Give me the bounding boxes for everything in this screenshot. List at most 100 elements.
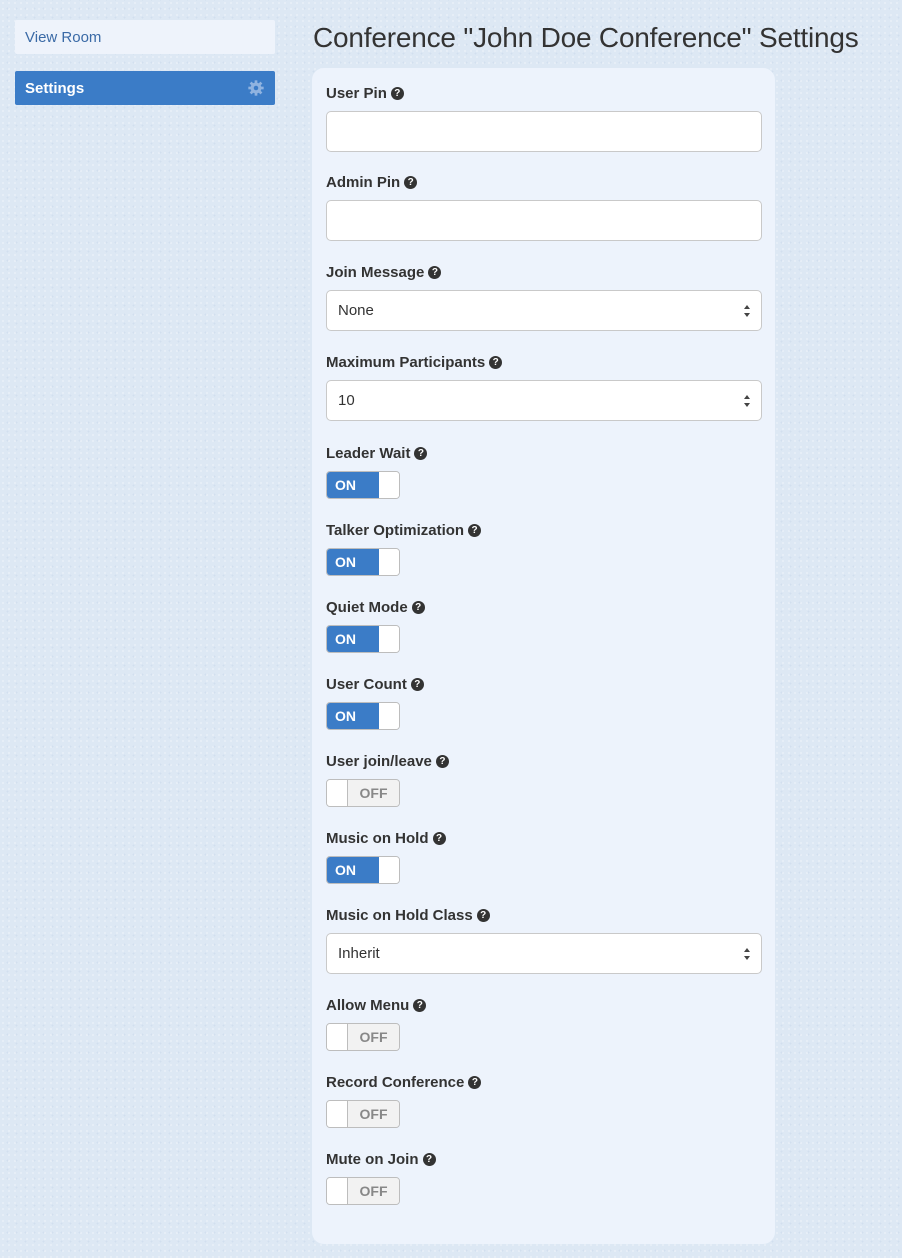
music-on-hold-class-field: Music on Hold Class ? Inherit	[326, 904, 762, 974]
maximum-participants-field: Maximum Participants ? 10	[326, 351, 762, 421]
toggle-knob	[379, 472, 399, 498]
music-on-hold-class-label: Music on Hold Class	[326, 906, 473, 924]
help-icon[interactable]: ?	[411, 600, 425, 614]
help-icon[interactable]: ?	[410, 677, 424, 691]
field-label: Quiet Mode ?	[326, 596, 761, 618]
user-join-leave-field: User join/leave ? OFF	[326, 750, 761, 807]
toggle-knob	[327, 780, 348, 806]
user-pin-field: User Pin ?	[326, 82, 762, 152]
help-icon[interactable]: ?	[413, 998, 427, 1012]
maximum-participants-label: Maximum Participants	[326, 353, 486, 371]
quiet-mode-field: Quiet Mode ? ON	[326, 596, 761, 653]
toggle-knob	[379, 549, 399, 575]
user-join-leave-label: User join/leave	[326, 752, 432, 770]
music-on-hold-class-value: Inherit	[338, 945, 380, 962]
toggle-knob	[327, 1101, 348, 1127]
sidebar-item-settings[interactable]: Settings	[15, 71, 275, 105]
record-conference-field: Record Conference ? OFF	[326, 1071, 761, 1128]
leader-wait-label: Leader Wait	[326, 444, 411, 462]
field-label: Record Conference ?	[326, 1071, 761, 1093]
field-label: Talker Optimization ?	[326, 519, 761, 541]
help-icon[interactable]: ?	[468, 1075, 482, 1089]
user-count-label: User Count	[326, 675, 407, 693]
music-on-hold-label: Music on Hold	[326, 829, 429, 847]
field-label: User Count ?	[326, 673, 761, 695]
help-icon[interactable]: ?	[476, 908, 490, 922]
maximum-participants-select[interactable]: 10	[326, 380, 762, 421]
field-label: Admin Pin ?	[326, 171, 761, 193]
sidebar-item-view-room[interactable]: View Room	[15, 20, 275, 54]
help-icon[interactable]: ?	[422, 1152, 436, 1166]
help-icon[interactable]: ?	[435, 754, 449, 768]
toggle-state: OFF	[348, 1101, 399, 1127]
allow-menu-field: Allow Menu ? OFF	[326, 994, 761, 1051]
sidebar-item-label: Settings	[25, 79, 85, 97]
toggle-knob	[327, 1024, 348, 1050]
mute-on-join-field: Mute on Join ? OFF	[326, 1148, 761, 1205]
field-label: Join Message ?	[326, 261, 761, 283]
allow-menu-label: Allow Menu	[326, 996, 410, 1014]
toggle-knob	[379, 703, 399, 729]
join-message-select[interactable]: None	[326, 290, 762, 331]
talker-optimization-label: Talker Optimization	[326, 521, 465, 539]
mute-on-join-toggle[interactable]: OFF	[326, 1177, 400, 1205]
leader-wait-toggle[interactable]: ON	[326, 471, 400, 499]
music-on-hold-toggle[interactable]: ON	[326, 856, 400, 884]
user-count-toggle[interactable]: ON	[326, 702, 400, 730]
toggle-state: OFF	[348, 780, 399, 806]
record-conference-toggle[interactable]: OFF	[326, 1100, 400, 1128]
settings-panel: User Pin ? Admin Pin ? Join Message ? No…	[312, 68, 775, 1244]
field-label: Maximum Participants ?	[326, 351, 761, 373]
field-label: User Pin ?	[326, 82, 761, 104]
help-icon[interactable]: ?	[404, 175, 418, 189]
toggle-knob	[379, 626, 399, 652]
toggle-state: OFF	[348, 1024, 399, 1050]
music-on-hold-class-select[interactable]: Inherit	[326, 933, 762, 974]
talker-optimization-toggle[interactable]: ON	[326, 548, 400, 576]
allow-menu-toggle[interactable]: OFF	[326, 1023, 400, 1051]
user-pin-input[interactable]	[326, 111, 762, 152]
quiet-mode-label: Quiet Mode	[326, 598, 408, 616]
admin-pin-field: Admin Pin ?	[326, 171, 762, 241]
talker-optimization-field: Talker Optimization ? ON	[326, 519, 761, 576]
toggle-state: ON	[327, 703, 379, 729]
help-icon[interactable]: ?	[414, 446, 428, 460]
toggle-state: ON	[327, 626, 379, 652]
toggle-state: ON	[327, 472, 379, 498]
toggle-state: ON	[327, 857, 379, 883]
help-icon[interactable]: ?	[428, 265, 442, 279]
updown-arrows-icon	[744, 304, 750, 317]
admin-pin-input[interactable]	[326, 200, 762, 241]
page-title: Conference "John Doe Conference" Setting…	[313, 22, 859, 53]
help-icon[interactable]: ?	[468, 523, 482, 537]
updown-arrows-icon	[744, 394, 750, 407]
join-message-label: Join Message	[326, 263, 425, 281]
toggle-state: ON	[327, 549, 379, 575]
record-conference-label: Record Conference	[326, 1073, 465, 1091]
field-label: User join/leave ?	[326, 750, 761, 772]
music-on-hold-field: Music on Hold ? ON	[326, 827, 761, 884]
help-icon[interactable]: ?	[390, 86, 404, 100]
leader-wait-field: Leader Wait ? ON	[326, 442, 761, 499]
toggle-state: OFF	[348, 1178, 399, 1204]
field-label: Mute on Join ?	[326, 1148, 761, 1170]
field-label: Allow Menu ?	[326, 994, 761, 1016]
user-pin-label: User Pin	[326, 84, 387, 102]
join-message-field: Join Message ? None	[326, 261, 762, 331]
help-icon[interactable]: ?	[432, 831, 446, 845]
join-message-value: None	[338, 302, 374, 319]
mute-on-join-label: Mute on Join	[326, 1150, 419, 1168]
field-label: Music on Hold Class ?	[326, 904, 761, 926]
sidebar: View Room Settings	[15, 20, 275, 122]
quiet-mode-toggle[interactable]: ON	[326, 625, 400, 653]
gear-icon	[248, 80, 264, 96]
updown-arrows-icon	[744, 947, 750, 960]
toggle-knob	[379, 857, 399, 883]
sidebar-item-label: View Room	[25, 28, 102, 46]
field-label: Music on Hold ?	[326, 827, 761, 849]
user-join-leave-toggle[interactable]: OFF	[326, 779, 400, 807]
admin-pin-label: Admin Pin	[326, 173, 401, 191]
maximum-participants-value: 10	[338, 392, 355, 409]
field-label: Leader Wait ?	[326, 442, 761, 464]
help-icon[interactable]: ?	[489, 355, 503, 369]
